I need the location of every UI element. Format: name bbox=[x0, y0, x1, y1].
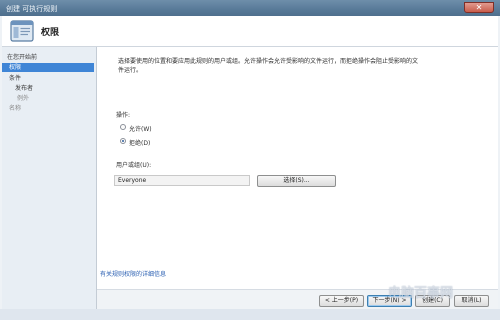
sidebar-item-label: 名称 bbox=[9, 105, 22, 112]
sidebar-item-label: 发布者 bbox=[15, 85, 34, 92]
sidebar-item-label: 权限 bbox=[9, 64, 22, 71]
watermark: 电脑百事网 bbox=[388, 286, 454, 301]
sidebar-item-publisher[interactable]: 发布者 bbox=[2, 84, 94, 93]
sidebar-item-label: 在您开始前 bbox=[7, 54, 38, 61]
sidebar-item-before-you-begin[interactable]: 在您开始前 bbox=[2, 53, 94, 62]
window-title-bar: 创建 可执行规则 ✕ bbox=[0, 0, 500, 16]
sidebar-item-exceptions[interactable]: 例外 bbox=[2, 94, 94, 103]
page-description: 选择要使用的位置和要应用此规则的用户或组。允许操作会允许受影响的文件运行，而拒绝… bbox=[118, 58, 419, 74]
page-title: 权限 bbox=[41, 28, 60, 38]
help-link[interactable]: 有关规则权限的详细信息 bbox=[100, 269, 166, 278]
window-title: 创建 可执行规则 bbox=[6, 5, 58, 13]
wizard-header: 权限 bbox=[2, 16, 498, 47]
sidebar-item-name[interactable]: 名称 bbox=[2, 104, 94, 113]
close-icon: ✕ bbox=[475, 3, 483, 12]
deny-radio[interactable] bbox=[120, 138, 126, 144]
allow-radio-label[interactable]: 允许(W) bbox=[129, 124, 152, 133]
select-button[interactable]: 选择(S)... bbox=[257, 175, 336, 187]
deny-radio-label[interactable]: 拒绝(D) bbox=[129, 138, 150, 147]
action-label: 操作: bbox=[116, 112, 131, 119]
wizard-page-icon bbox=[10, 19, 34, 45]
cancel-button[interactable]: 取消(L) bbox=[454, 295, 489, 307]
wizard-steps-sidebar: 在您开始前 权限 条件 发布者 例外 名称 bbox=[2, 47, 97, 309]
window-bottom-edge bbox=[0, 309, 500, 320]
user-group-field[interactable]: Everyone bbox=[114, 175, 250, 186]
sidebar-item-conditions[interactable]: 条件 bbox=[2, 74, 94, 83]
close-button[interactable]: ✕ bbox=[464, 2, 494, 13]
sidebar-item-label: 条件 bbox=[9, 75, 22, 82]
allow-radio[interactable] bbox=[120, 124, 126, 130]
back-button[interactable]: < 上一步(P) bbox=[319, 295, 364, 307]
user-group-label: 用户或组(U): bbox=[116, 162, 152, 169]
sidebar-item-permissions[interactable]: 权限 bbox=[2, 63, 94, 72]
sidebar-item-label: 例外 bbox=[17, 95, 30, 102]
wizard-content: 选择要使用的位置和要应用此规则的用户或组。允许操作会允许受影响的文件运行，而拒绝… bbox=[97, 47, 498, 289]
